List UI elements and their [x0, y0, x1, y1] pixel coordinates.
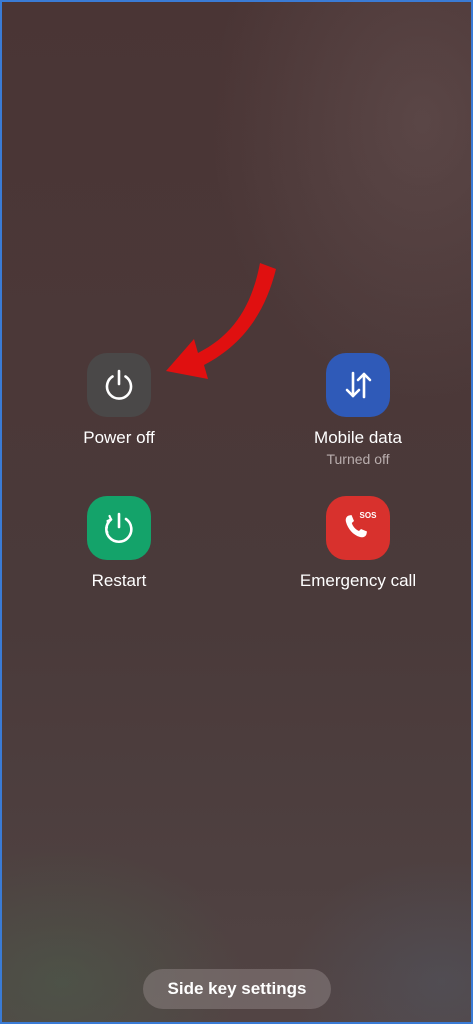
side-key-settings-button[interactable]: Side key settings: [143, 969, 331, 1009]
emergency-call-button[interactable]: SOS Emergency call: [258, 496, 458, 591]
mobile-data-status: Turned off: [326, 451, 390, 467]
mobile-data-button[interactable]: Mobile data Turned off: [258, 353, 458, 468]
restart-label: Restart: [91, 571, 147, 590]
mobile-data-label: Mobile data: [314, 428, 402, 447]
power-icon: [105, 369, 133, 400]
red-arrow-pointer: [166, 263, 276, 379]
emergency-call-tile[interactable]: SOS: [326, 496, 390, 560]
mobile-data-tile[interactable]: [326, 353, 390, 417]
restart-button[interactable]: Restart: [19, 496, 219, 591]
power-menu-screen: Power off Mobile data Turned off Restart…: [0, 0, 473, 1024]
sos-phone-icon: SOS: [345, 511, 378, 538]
data-arrows-icon: [345, 371, 372, 399]
power-off-label: Power off: [83, 428, 155, 447]
restart-icon: [105, 512, 133, 544]
restart-tile[interactable]: [87, 496, 151, 560]
power-off-tile[interactable]: [87, 353, 151, 417]
emergency-call-label: Emergency call: [299, 571, 417, 590]
sos-text: SOS: [360, 511, 378, 520]
